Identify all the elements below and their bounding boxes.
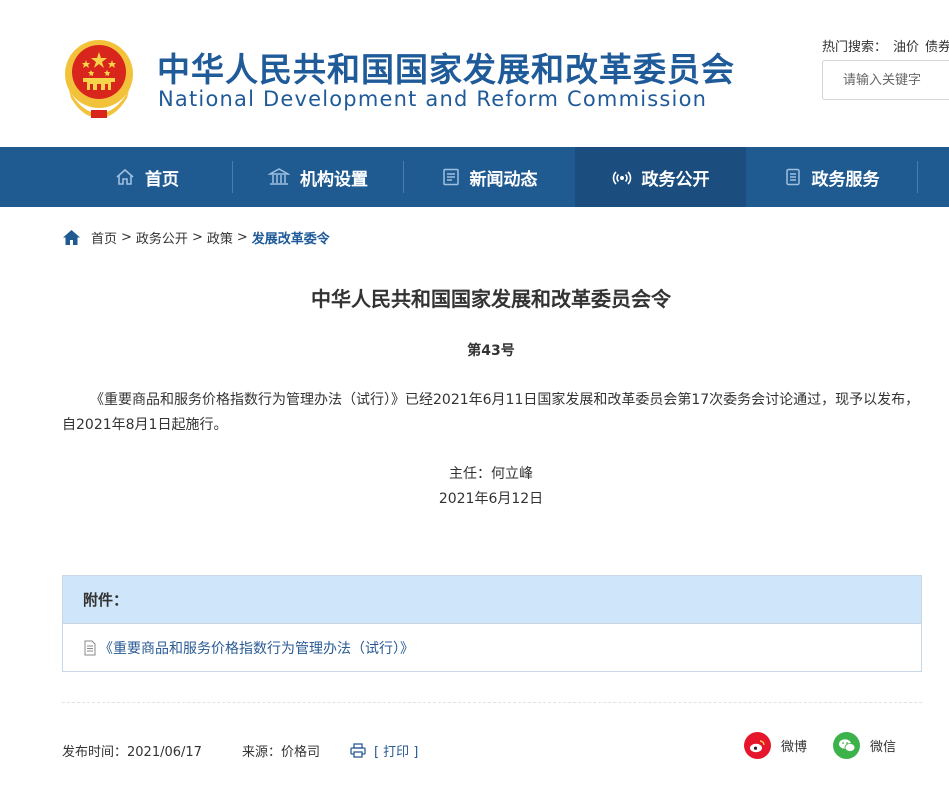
attachment-link-text: 《重要商品和服务价格指数行为管理办法（试行）》 xyxy=(99,640,414,657)
nav-item-government-affairs[interactable]: 政务公开 xyxy=(575,147,746,207)
publish-time: 发布时间：2021/06/17 xyxy=(62,745,202,760)
share-wechat-button[interactable]: 微信 xyxy=(833,732,896,759)
home-icon xyxy=(116,168,134,185)
print-label: [ 打印 ] xyxy=(373,745,419,760)
nav-item-label: 首页 xyxy=(145,169,179,190)
hot-search-term[interactable]: 油价 xyxy=(893,40,919,55)
attachment-box: 附件： 《重要商品和服务价格指数行为管理办法（试行）》 xyxy=(62,575,922,672)
building-icon xyxy=(268,168,290,185)
breadcrumb-separator: > xyxy=(236,230,248,245)
signer: 主任：何立峰 xyxy=(449,466,533,482)
nav-item-services[interactable]: 政务服务 xyxy=(746,147,917,207)
source: 来源：价格司 xyxy=(241,745,320,760)
hot-search-label: 热门搜索： xyxy=(822,40,888,55)
breadcrumb: 首页 > 政务公开 > 政策 > 发展改革委令 xyxy=(62,228,330,247)
breadcrumb-item-policy[interactable]: 政策 xyxy=(207,228,233,247)
order-number: 第43号 xyxy=(467,343,515,359)
attachment-link[interactable]: 《重要商品和服务价格指数行为管理办法（试行）》 xyxy=(63,624,921,671)
nav-item-label: 新闻动态 xyxy=(469,169,538,190)
print-button[interactable]: [ 打印 ] xyxy=(350,741,418,760)
main-nav: 首页 机构设置 新闻动态 政务公开 政务服务 xyxy=(0,147,949,207)
sign-date: 2021年6月12日 xyxy=(438,491,544,507)
share-weibo-button[interactable]: 微博 xyxy=(744,732,807,759)
breadcrumb-item-current[interactable]: 发展改革委令 xyxy=(252,228,330,247)
article-title: 中华人民共和国国家发展和改革委员会令 xyxy=(311,287,671,311)
share-wechat-label: 微信 xyxy=(870,740,897,755)
wechat-icon xyxy=(833,732,860,759)
breadcrumb-separator: > xyxy=(121,230,132,245)
national-emblem-logo[interactable] xyxy=(61,38,137,120)
breadcrumb-item-home[interactable]: 首页 xyxy=(91,228,117,247)
broadcast-icon xyxy=(612,171,631,185)
site-header: 中华人民共和国国家发展和改革委员会 National Development a… xyxy=(0,0,949,147)
article-body: 《重要商品和服务价格指数行为管理办法（试行）》已经2021年6月11日国家发展和… xyxy=(62,392,920,433)
site-title-english: National Development and Reform Commissi… xyxy=(158,87,708,111)
share-weibo-label: 微博 xyxy=(781,740,808,755)
home-icon[interactable] xyxy=(62,229,81,246)
nav-item-news[interactable]: 新闻动态 xyxy=(404,147,575,207)
site-title-chinese: 中华人民共和国国家发展和改革委员会 xyxy=(157,50,735,89)
divider xyxy=(62,702,922,703)
file-icon xyxy=(84,640,96,655)
weibo-icon xyxy=(744,732,771,759)
search-box xyxy=(822,60,949,100)
nav-item-home[interactable]: 首页 xyxy=(62,147,232,207)
search-input[interactable] xyxy=(823,61,949,99)
printer-icon xyxy=(350,743,366,758)
hot-search-term[interactable]: 债券 xyxy=(925,40,949,55)
nav-item-label: 机构设置 xyxy=(300,169,368,190)
nav-item-label: 政务公开 xyxy=(641,169,710,190)
breadcrumb-separator: > xyxy=(191,230,203,245)
attachment-heading: 附件： xyxy=(63,576,921,624)
news-icon xyxy=(442,168,459,186)
breadcrumb-item-government-affairs[interactable]: 政务公开 xyxy=(136,228,188,247)
nav-divider xyxy=(917,161,918,193)
hot-search: 热门搜索： 油价 债券 xyxy=(822,36,949,55)
document-icon xyxy=(785,168,800,186)
article-meta: 发布时间：2021/06/17 来源：价格司 [ 打印 ] xyxy=(62,741,418,760)
nav-item-label: 政务服务 xyxy=(811,169,880,190)
nav-item-organization[interactable]: 机构设置 xyxy=(233,147,403,207)
